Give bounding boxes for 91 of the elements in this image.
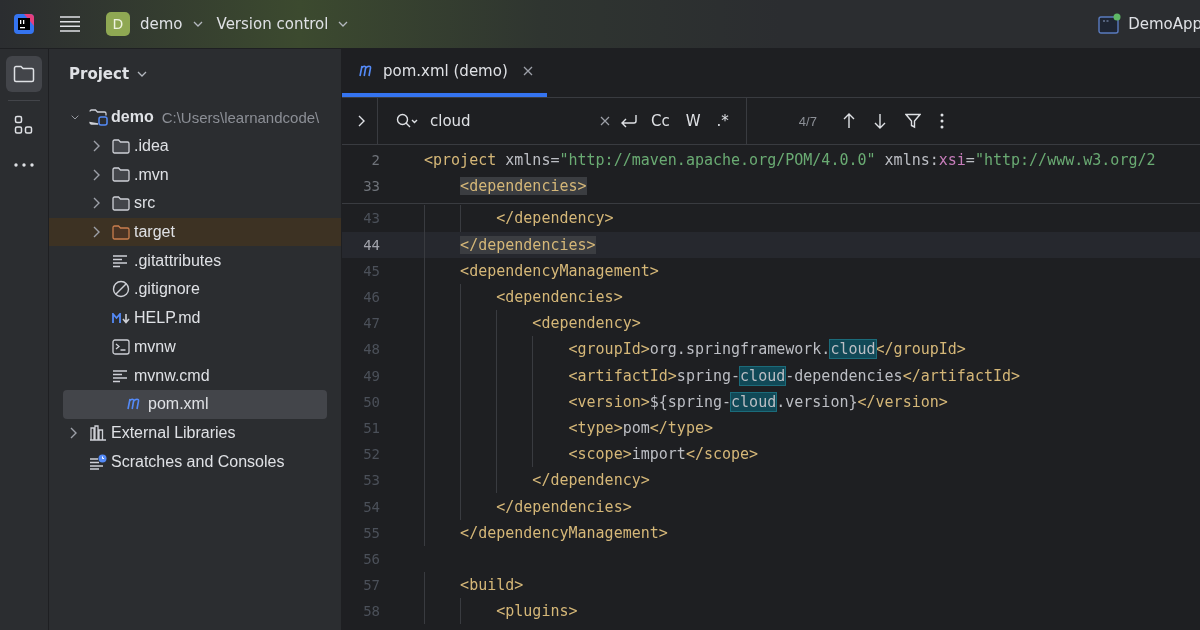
code-line: <dependency> [532, 314, 641, 333]
chevron-icon[interactable] [92, 226, 100, 239]
tree-item-label: External Libraries [111, 423, 236, 442]
chevron-icon[interactable] [92, 140, 100, 153]
editor-tab[interactable]: pom.xml (demo) [342, 49, 547, 97]
arrow-down-icon[interactable] [873, 113, 886, 129]
more-icon[interactable] [14, 163, 34, 167]
folder-icon [13, 65, 35, 83]
tree-item-label: Scratches and Consoles [111, 452, 285, 471]
letter-badge: D [106, 12, 130, 36]
tree-item-label: src [134, 194, 156, 213]
chevron-icon[interactable] [92, 168, 100, 181]
module-folder-icon [89, 108, 109, 126]
tree-item-label: target [134, 223, 175, 242]
more-icon[interactable] [939, 113, 944, 129]
tree-item-label: HELP.md [134, 309, 201, 328]
tree-item-label: pom.xml [148, 395, 209, 414]
workspace-selector[interactable]: D demo [104, 8, 215, 40]
module-path: C:\Users\learnandcode\ [161, 108, 320, 126]
tree-item[interactable]: src [49, 189, 327, 218]
tree-item[interactable]: External Libraries [49, 418, 327, 448]
match-case-toggle[interactable]: Cc [648, 110, 673, 132]
expand-chevron-icon[interactable] [357, 115, 365, 127]
tree-item-label: .gitignore [134, 280, 200, 299]
markdown-icon [112, 312, 131, 324]
tree-item[interactable]: demo C:\Users\learnandcode\ [49, 103, 327, 132]
folder-icon [112, 224, 130, 240]
chevron-icon[interactable] [69, 426, 77, 439]
chevron-down-icon [338, 21, 349, 27]
tree-item[interactable]: HELP.md [49, 303, 327, 333]
code-line: <version>${spring-cloud.version}</version> [568, 392, 948, 411]
tree-item[interactable]: .gitattributes [49, 246, 327, 276]
close-icon[interactable] [522, 66, 533, 76]
tree-item[interactable]: target [49, 217, 341, 247]
match-count: 4/7 [798, 113, 817, 129]
structure-icon[interactable] [14, 115, 34, 135]
code-line: </dependencies> [496, 497, 632, 516]
scratches-icon [89, 453, 107, 470]
line-number: 33 [362, 178, 380, 195]
tree-item[interactable]: .idea [49, 131, 327, 161]
code-line: <type>pom</type> [568, 418, 713, 437]
tree-item-label: .gitattributes [134, 251, 222, 270]
code-line: <dependencies> [496, 288, 623, 307]
line-number: 2 [370, 152, 380, 169]
tree-item-label: mvnw.cmd [134, 366, 210, 385]
menu-icon[interactable] [60, 16, 80, 32]
code-line: </dependencyManagement> [460, 523, 668, 542]
tree-item[interactable]: mvnw [49, 332, 327, 362]
code-line: </dependency> [532, 471, 650, 490]
folder-tool-button[interactable] [6, 56, 42, 92]
whole-words-toggle[interactable]: W [682, 110, 704, 132]
tree-item-label: .idea [134, 137, 169, 156]
arrow-up-icon[interactable] [842, 113, 855, 129]
app-window-icon [1098, 13, 1123, 35]
tree-item[interactable]: .mvn [49, 160, 327, 190]
panel-title-dropdown[interactable]: Project [63, 64, 154, 84]
line-number: 44 [362, 236, 380, 253]
code-line: <project xmlns="http://maven.apache.org/POM/4.0.0" xmlns:xsi="http://www.w3.org/2 [424, 151, 1156, 170]
tree-item[interactable]: mvnw.cmd [49, 361, 327, 390]
code-line: </dependency> [496, 209, 614, 228]
text-file-icon [112, 253, 128, 268]
chevron-down-icon [192, 21, 203, 27]
code-line: <plugins> [496, 602, 578, 621]
tree-item-label: demo [111, 108, 154, 127]
tree-item[interactable]: pom.xml [63, 389, 327, 419]
tree-item-label: .mvn [134, 165, 169, 184]
filter-icon[interactable] [904, 113, 921, 129]
app-logo-icon[interactable] [14, 14, 34, 34]
terminal-icon [112, 338, 130, 355]
text-file-icon [112, 368, 128, 383]
tree-item-label: mvnw [134, 337, 176, 356]
libraries-icon [89, 424, 107, 441]
chevron-icon[interactable] [92, 197, 100, 210]
version-control-menu[interactable]: Version control [214, 8, 361, 40]
code-line: <groupId>org.springframework.cloud</groupId> [568, 340, 966, 359]
tree-item[interactable]: .gitignore [49, 275, 327, 304]
folder-icon [112, 138, 130, 154]
tree-item[interactable]: Scratches and Consoles [49, 447, 327, 476]
folder-icon [112, 195, 130, 211]
code-line: <build> [460, 576, 524, 595]
regex-toggle[interactable]: .* [713, 110, 732, 132]
search-icon [396, 113, 418, 129]
code-line: <artifactId>spring-cloud-dependencies</artifactId> [568, 366, 1021, 385]
new-line-icon[interactable] [620, 114, 638, 128]
folder-icon [112, 167, 130, 183]
code-line: <dependencyManagement> [460, 261, 659, 280]
clear-icon[interactable] [600, 116, 610, 126]
ignore-file-icon [112, 280, 130, 299]
code-line: <scope>import</scope> [568, 445, 759, 464]
chevron-down-icon [137, 71, 148, 77]
search-field[interactable]: cloud Cc W .* [378, 98, 746, 144]
